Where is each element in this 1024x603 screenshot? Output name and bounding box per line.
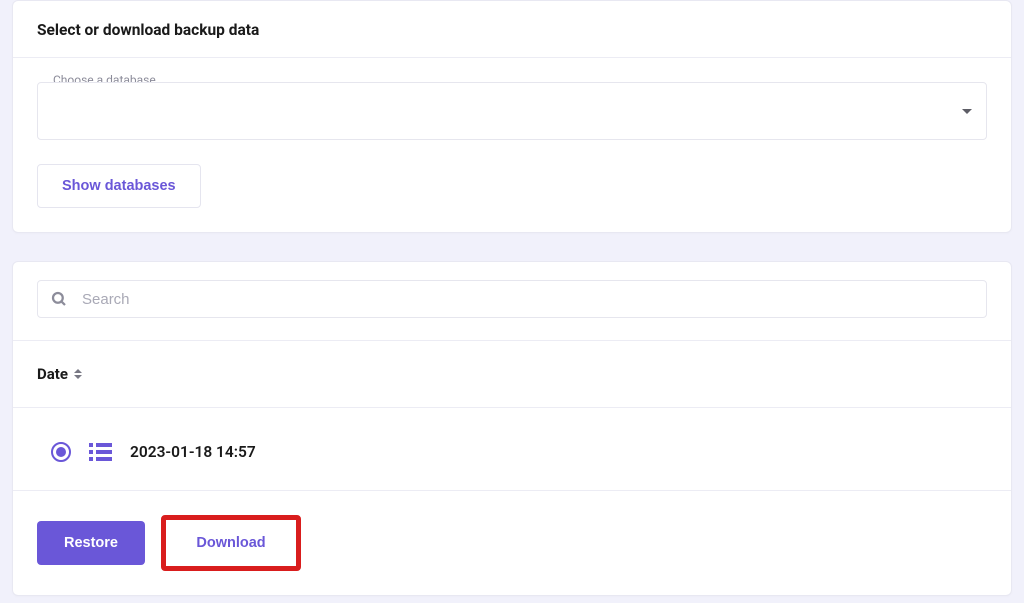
radio-selected[interactable] <box>51 442 71 462</box>
actions-row: Restore Download <box>37 511 987 571</box>
sort-icon <box>74 369 82 379</box>
table-row[interactable]: 2023-01-18 14:57 <box>37 436 987 490</box>
date-column-label: Date <box>37 365 68 383</box>
date-column-header[interactable]: Date <box>37 361 987 407</box>
search-field[interactable] <box>37 280 987 318</box>
download-button[interactable]: Download <box>161 515 301 571</box>
row-date-value: 2023-01-18 14:57 <box>130 443 256 461</box>
divider <box>13 407 1011 408</box>
choose-database-select[interactable] <box>37 82 987 140</box>
divider <box>13 57 1011 58</box>
choose-database-wrap: Choose a database <box>37 82 987 140</box>
card-title: Select or download backup data <box>37 21 987 57</box>
chevron-down-icon <box>962 109 972 114</box>
divider <box>13 340 1011 341</box>
list-icon <box>89 443 112 461</box>
restore-button[interactable]: Restore <box>37 521 145 565</box>
backup-list-card: Date 2023-01-18 14:57 Restore Download <box>12 261 1012 596</box>
search-input[interactable] <box>82 291 976 308</box>
show-databases-button[interactable]: Show databases <box>37 164 201 208</box>
divider <box>13 490 1011 491</box>
search-icon <box>50 290 68 308</box>
radio-dot-icon <box>56 447 66 457</box>
backup-selection-card: Select or download backup data Choose a … <box>12 0 1012 233</box>
